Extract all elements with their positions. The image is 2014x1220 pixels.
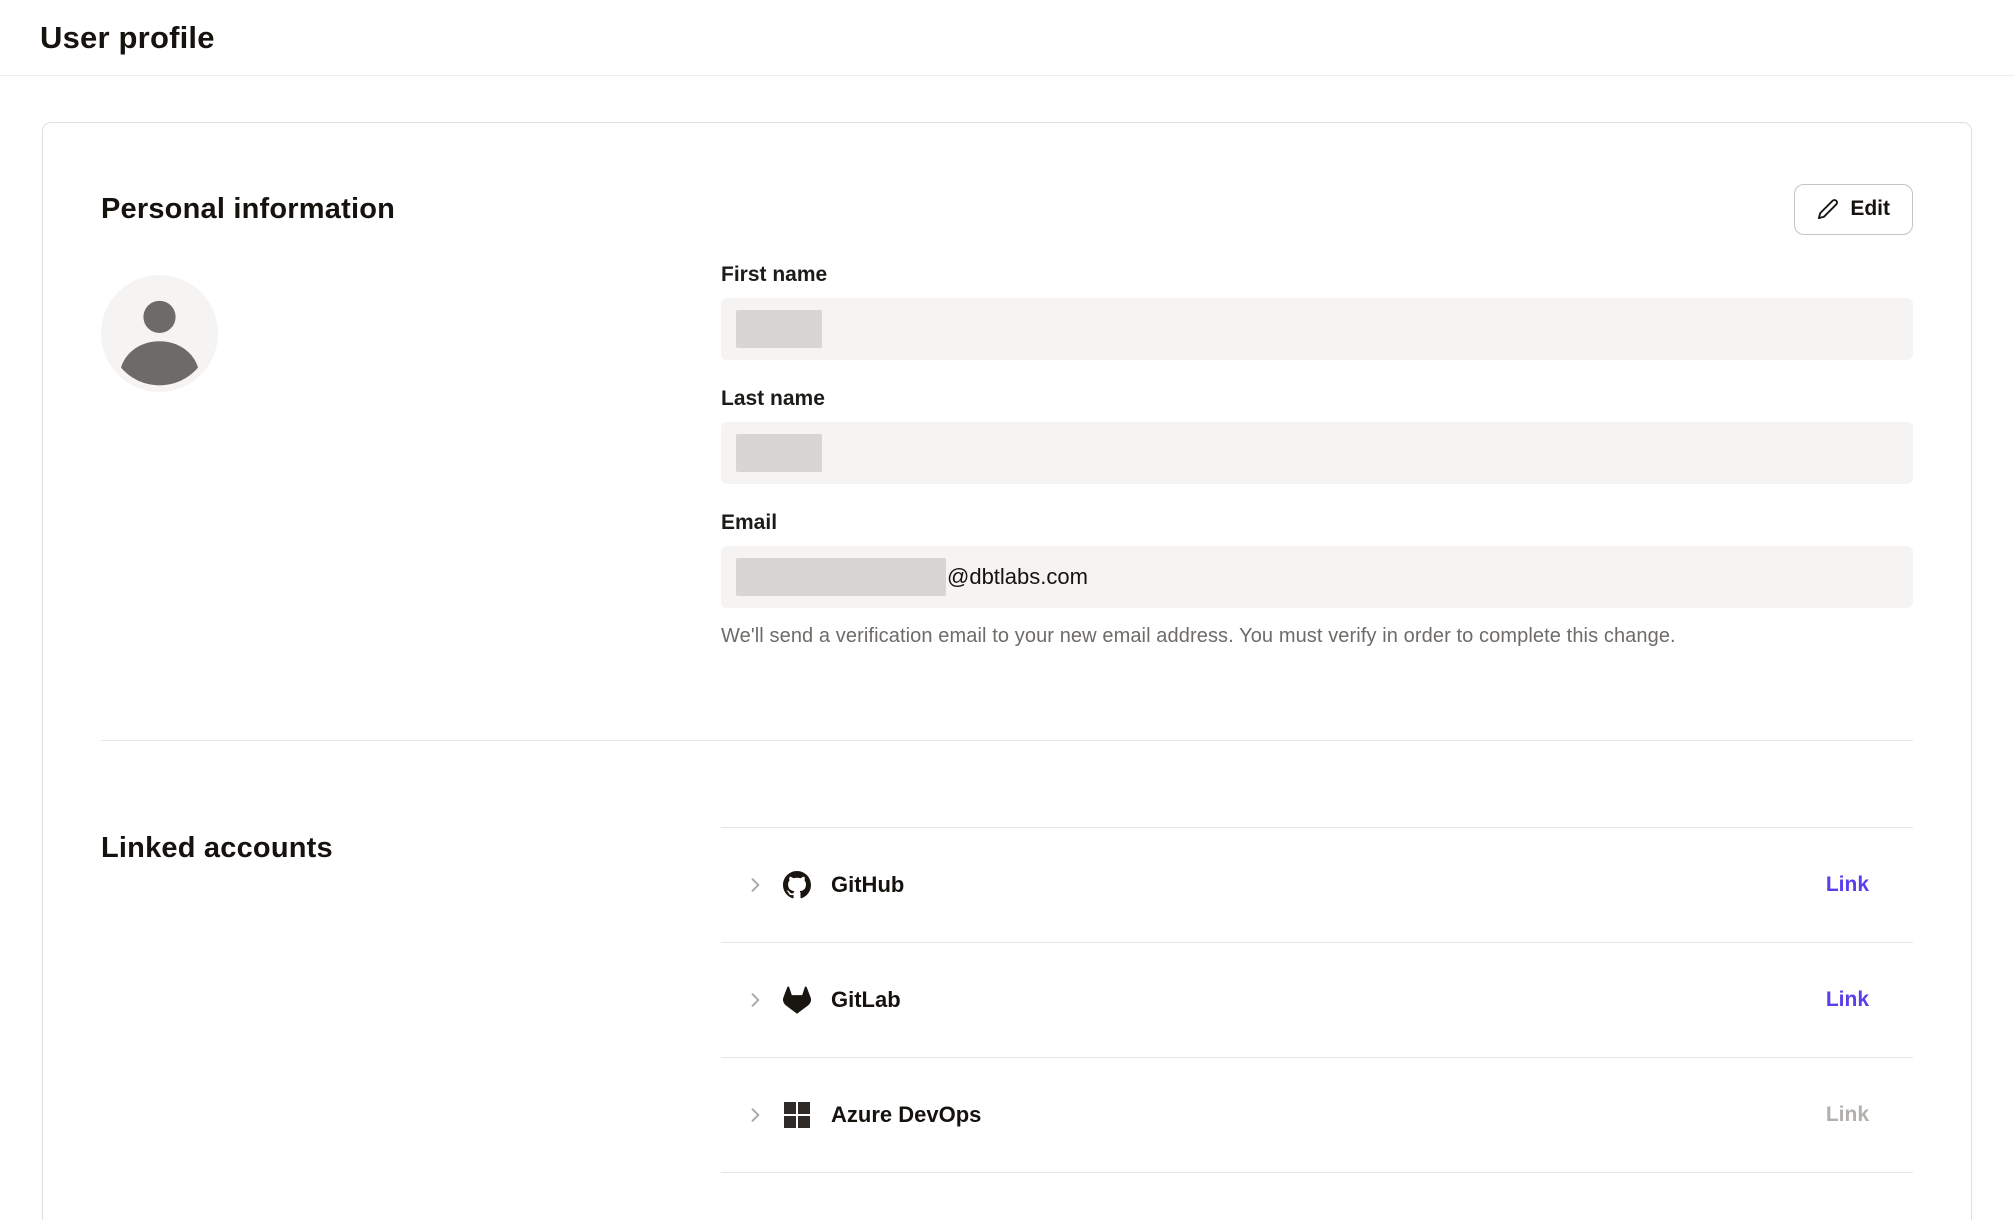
account-row-gitlab[interactable]: GitLab Link bbox=[721, 943, 1913, 1058]
pencil-icon bbox=[1817, 198, 1839, 220]
account-name: GitLab bbox=[831, 987, 901, 1013]
chevron-right-icon[interactable] bbox=[745, 875, 765, 895]
account-row-azure-devops[interactable]: Azure DevOps Link bbox=[721, 1058, 1913, 1173]
user-silhouette-icon bbox=[101, 275, 218, 392]
first-name-group: First name bbox=[721, 263, 1913, 360]
page-header: User profile bbox=[0, 0, 2014, 76]
azure-devops-icon bbox=[783, 1101, 811, 1129]
chevron-right-icon[interactable] bbox=[745, 1105, 765, 1125]
linked-accounts-title: Linked accounts bbox=[101, 832, 721, 865]
linked-accounts-list: GitHub Link GitLab Link bbox=[721, 827, 1913, 1173]
email-group: Email @dbtlabs.com We'll send a verifica… bbox=[721, 511, 1913, 648]
redacted-email-local-part bbox=[736, 558, 946, 596]
redacted-first-name bbox=[736, 310, 822, 348]
account-name: GitHub bbox=[831, 872, 904, 898]
personal-info-title: Personal information bbox=[101, 193, 395, 226]
page-title: User profile bbox=[40, 20, 215, 56]
github-icon bbox=[783, 871, 811, 899]
last-name-group: Last name bbox=[721, 387, 1913, 484]
redacted-last-name bbox=[736, 434, 822, 472]
edit-button-label: Edit bbox=[1850, 197, 1890, 221]
github-link-action[interactable]: Link bbox=[1826, 873, 1869, 897]
email-field[interactable]: @dbtlabs.com bbox=[721, 546, 1913, 608]
account-row-github[interactable]: GitHub Link bbox=[721, 828, 1913, 943]
gitlab-link-action[interactable]: Link bbox=[1826, 988, 1869, 1012]
email-helper-text: We'll send a verification email to your … bbox=[721, 625, 1913, 648]
account-name: Azure DevOps bbox=[831, 1102, 981, 1128]
edit-button[interactable]: Edit bbox=[1794, 184, 1913, 235]
chevron-right-icon[interactable] bbox=[745, 990, 765, 1010]
email-label: Email bbox=[721, 511, 1913, 535]
profile-card: Personal information Edit bbox=[42, 122, 1972, 1220]
azure-devops-link-action: Link bbox=[1826, 1103, 1869, 1127]
section-divider bbox=[101, 740, 1913, 741]
last-name-field[interactable] bbox=[721, 422, 1913, 484]
first-name-field[interactable] bbox=[721, 298, 1913, 360]
email-domain-text: @dbtlabs.com bbox=[947, 564, 1088, 590]
first-name-label: First name bbox=[721, 263, 1913, 287]
last-name-label: Last name bbox=[721, 387, 1913, 411]
gitlab-icon bbox=[783, 986, 811, 1014]
avatar bbox=[101, 275, 218, 392]
